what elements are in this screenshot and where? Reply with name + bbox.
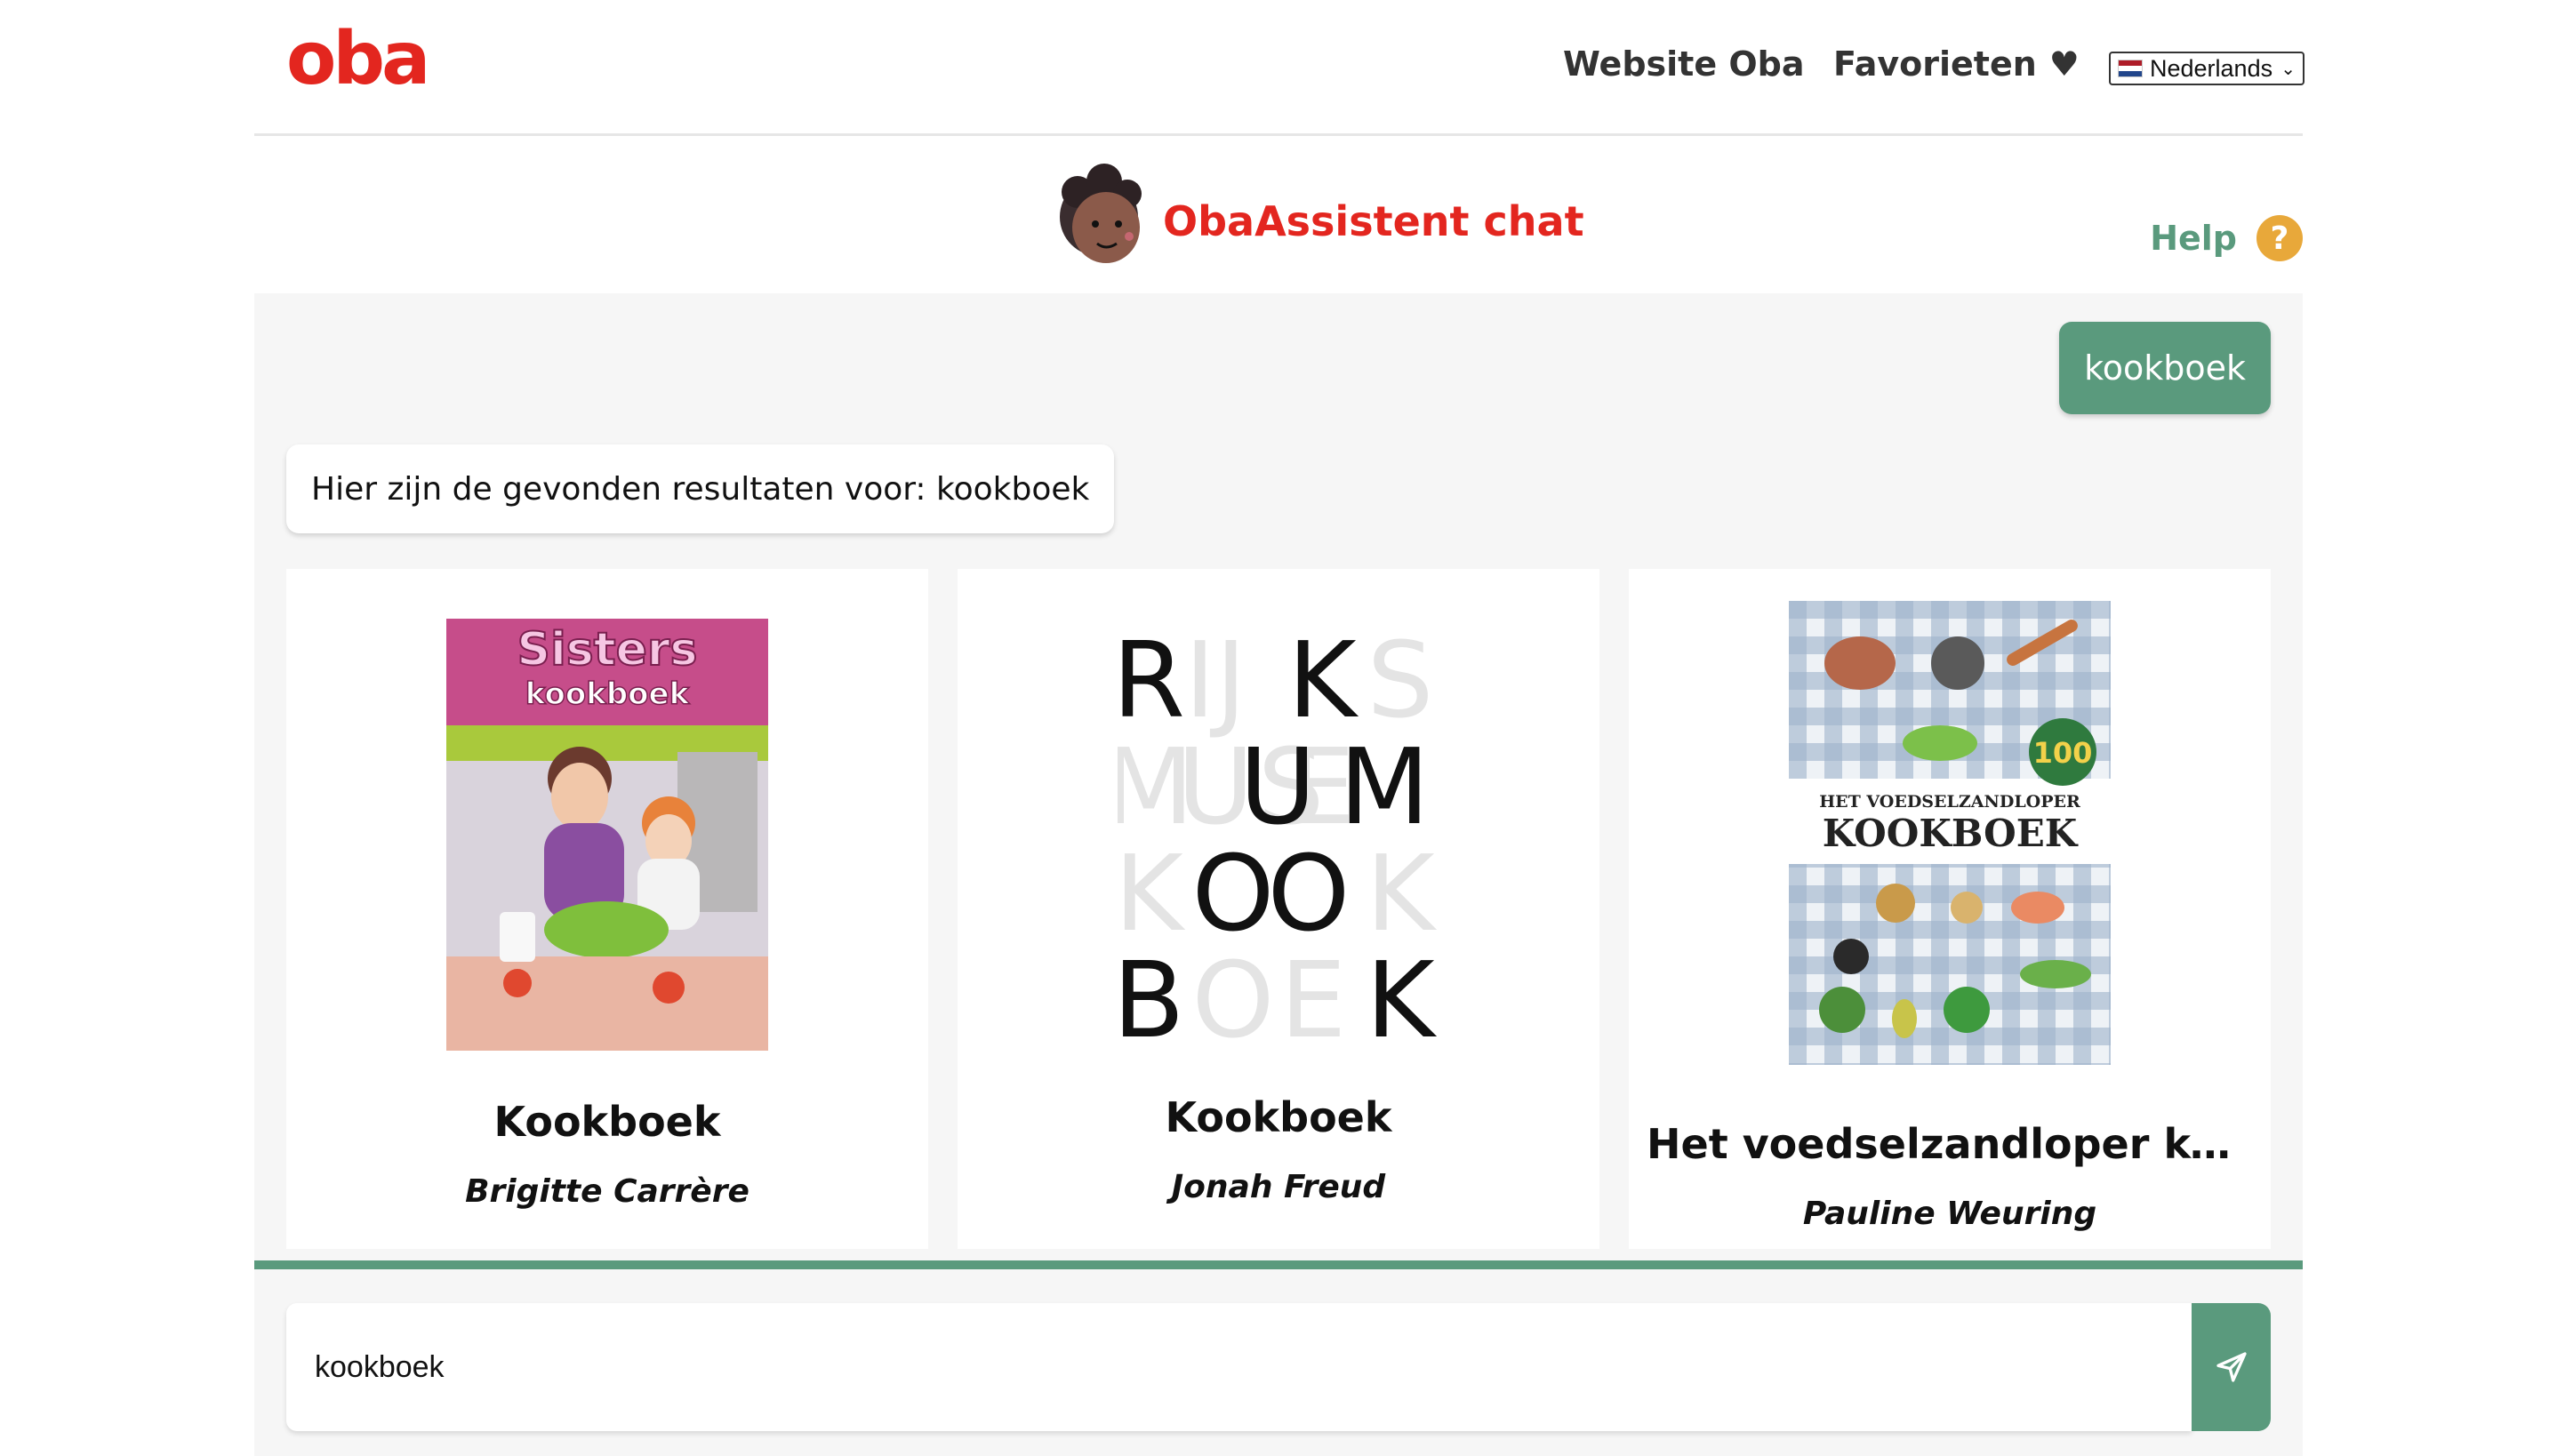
cover-title-kookboek: kookboek	[525, 676, 691, 712]
cover-letter: O	[1268, 832, 1351, 955]
chat-area[interactable]: kookboek Hier zijn de gevonden resultate…	[254, 293, 2303, 1262]
cover-subtitle: HET VOEDSELZANDLOPER	[1819, 792, 2080, 812]
book-cover-sisters-kookboek: Sisters kookboek	[446, 619, 768, 1051]
card-title: Kookboek	[1165, 1093, 1392, 1141]
help-question-icon: ?	[2256, 215, 2303, 261]
result-cards: Sisters kookboek Kookboek Brigitte Carrè…	[286, 569, 2271, 1249]
help-button[interactable]: Help ?	[2150, 215, 2303, 261]
book-cover-rijksmuseum-kookboek: R IJ K S M U S E U M K O O K B O E K	[1118, 619, 1439, 1051]
bot-message-bubble: Hier zijn de gevonden resultaten voor: k…	[286, 444, 1115, 533]
page: oba Website Oba Favorieten ♥ Nederlands ⌄…	[0, 0, 2557, 1456]
card-author: Jonah Freud	[1171, 1169, 1386, 1205]
language-select[interactable]: Nederlands ⌄	[2109, 52, 2305, 85]
assistant-avatar	[1060, 164, 1142, 263]
card-title: Kookboek	[493, 1098, 721, 1146]
cover-letter: U	[1239, 725, 1316, 848]
result-card[interactable]: R IJ K S M U S E U M K O O K B O E K Koo…	[958, 569, 1599, 1249]
cover-letter: O	[1192, 832, 1275, 955]
chat-title-row: ObaAssistent chat Help ?	[254, 133, 2303, 293]
cover-letter: M	[1339, 725, 1430, 848]
send-paper-plane-icon	[2216, 1352, 2247, 1382]
help-label: Help	[2150, 219, 2237, 258]
cover-letter: S	[1367, 619, 1434, 741]
book-cover-voedselzandloper-kookboek: HET VOEDSELZANDLOPER KOOKBOEK 100	[1789, 601, 2111, 1065]
nav-website-oba-link[interactable]: Website Oba	[1563, 44, 1805, 84]
result-card[interactable]: HET VOEDSELZANDLOPER KOOKBOEK 100 Het vo…	[1629, 569, 2271, 1249]
cover-letter: K	[1287, 619, 1359, 741]
result-card[interactable]: Sisters kookboek Kookboek Brigitte Carrè…	[286, 569, 928, 1249]
card-author: Brigitte Carrère	[465, 1173, 749, 1210]
netherlands-flag-icon	[2118, 60, 2143, 77]
input-divider	[254, 1260, 2303, 1269]
input-area: kookboek	[254, 1269, 2303, 1456]
cover-badge-100: 100	[2033, 736, 2093, 770]
card-title: Het voedselzandloper koo...	[1647, 1120, 2253, 1168]
chat-input[interactable]: kookboek	[286, 1303, 2192, 1431]
cover-title-sisters: Sisters	[517, 623, 698, 676]
chat-title: ObaAssistent chat	[1163, 197, 1584, 245]
card-author: Pauline Weuring	[1802, 1196, 2097, 1232]
cover-letter: B	[1118, 939, 1184, 1051]
cover-letter: K	[1118, 832, 1185, 955]
chevron-down-icon: ⌄	[2280, 59, 2296, 79]
cover-letter: O	[1192, 939, 1275, 1051]
cover-title: KOOKBOEK	[1823, 812, 2079, 855]
cover-letter: K	[1366, 939, 1437, 1051]
top-header: oba Website Oba Favorieten ♥ Nederlands ⌄	[254, 0, 2305, 136]
oba-logo[interactable]: oba	[286, 23, 430, 96]
favorites-label: Favorieten	[1833, 44, 2037, 84]
language-selected-label: Nederlands	[2150, 54, 2273, 82]
cover-letter: K	[1366, 832, 1437, 955]
nav-favorites-link[interactable]: Favorieten ♥	[1833, 44, 2080, 84]
send-button[interactable]	[2192, 1303, 2271, 1431]
heart-icon: ♥	[2048, 44, 2080, 84]
cover-letter: IJ	[1184, 619, 1246, 741]
cover-letter: R	[1118, 619, 1185, 741]
user-message-bubble: kookboek	[2059, 322, 2271, 414]
cover-letter: E	[1280, 939, 1347, 1051]
